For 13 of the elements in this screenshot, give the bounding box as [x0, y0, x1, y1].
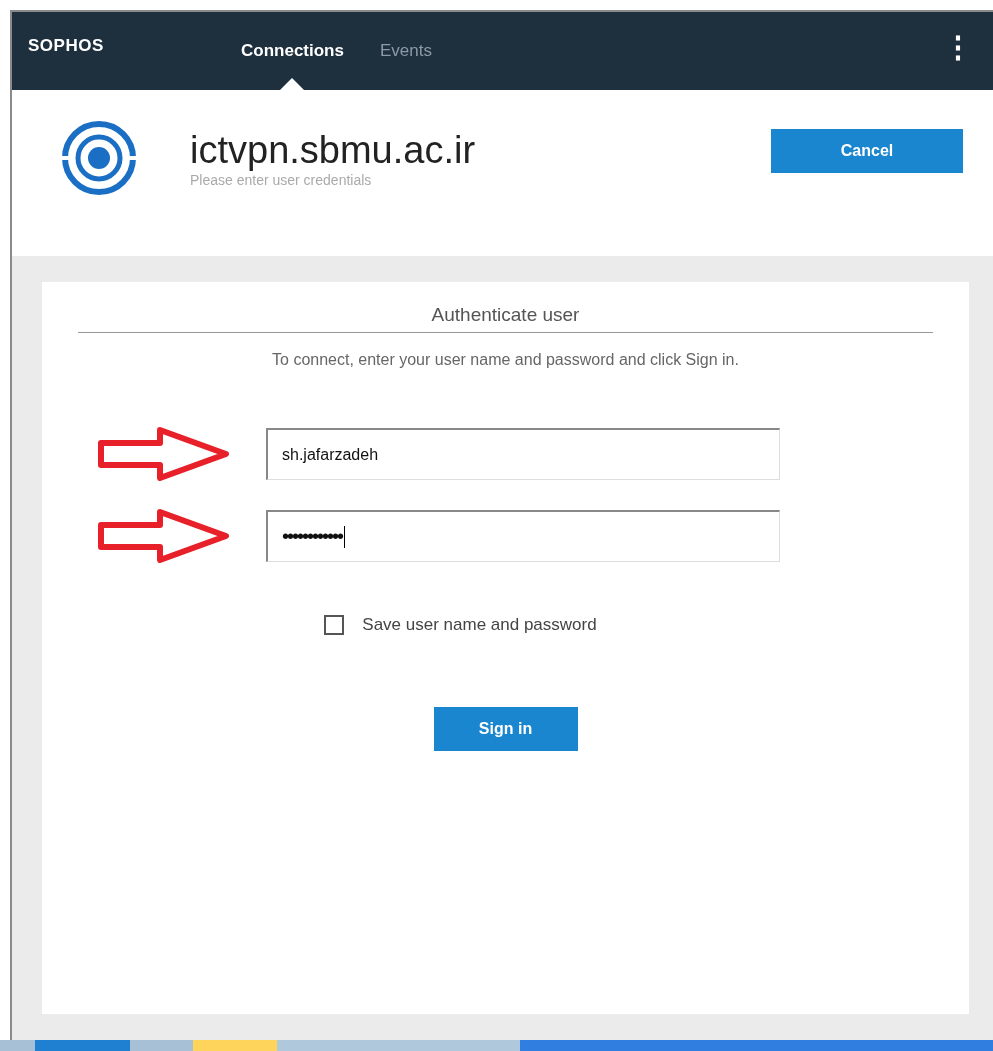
- checkbox-label[interactable]: Save user name and password: [362, 615, 597, 635]
- input-field[interactable]: sh.jafarzadeh: [266, 428, 780, 480]
- connection-status: Please enter user credentials: [190, 171, 373, 188]
- instructions: To connect, enter your user name and password and click Sign in.: [272, 351, 739, 369]
- connection-name: ictvpn.sbmu.ac.ir: [190, 128, 477, 172]
- input-field[interactable]: ••••••••••••: [266, 510, 780, 562]
- tab[interactable]: Events: [371, 12, 440, 90]
- logo: SOPHOS: [28, 36, 105, 56]
- target-icon: [60, 119, 138, 197]
- sign-in-button[interactable]: Sign in: [433, 707, 578, 751]
- checkbox[interactable]: [324, 615, 345, 635]
- section-title: Authenticate user: [78, 304, 933, 333]
- cancel-button[interactable]: Cancel: [771, 129, 963, 173]
